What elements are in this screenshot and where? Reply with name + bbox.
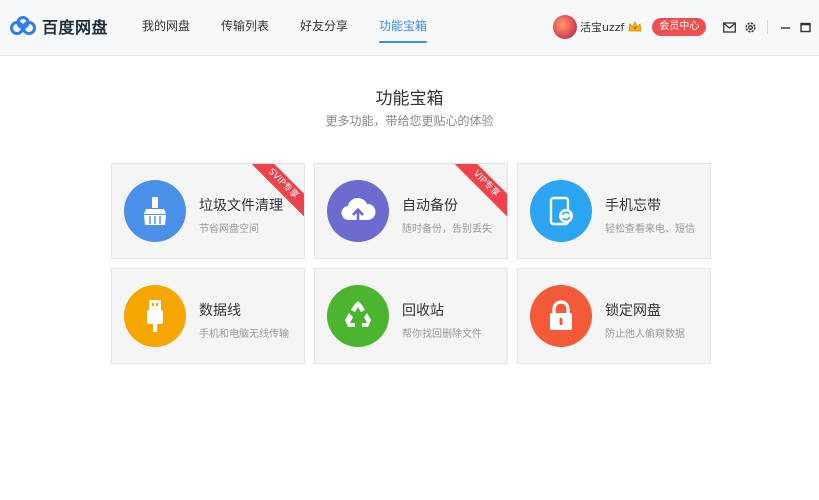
tool-name: 手机忘带 [605, 198, 661, 214]
tool-icon-circle [327, 180, 389, 242]
tab-transfer-list[interactable]: 传输列表 [221, 0, 269, 56]
tool-card-junk-clean[interactable]: 垃圾文件清理 节省网盘空间 SVIP专享 [111, 163, 305, 259]
cloud-upload-icon [341, 197, 376, 223]
maximize-icon[interactable] [796, 18, 814, 36]
tool-desc: 防止他人偷窥数据 [605, 329, 685, 340]
page-title: 功能宝箱 [375, 89, 444, 109]
vip-badge: VIP专享 [449, 164, 507, 221]
tool-desc: 随时备份，告别丢失 [402, 224, 492, 235]
tool-desc: 轻松查看来电、短信 [605, 224, 695, 235]
tool-name: 回收站 [402, 303, 444, 319]
mail-icon[interactable] [722, 20, 736, 34]
tool-desc: 手机和电脑无线传输 [199, 329, 289, 340]
tool-card-auto-backup[interactable]: 自动备份 随时备份，告别丢失 VIP专享 [314, 163, 508, 259]
gear-icon[interactable] [743, 20, 757, 34]
toolbar-divider [767, 20, 769, 34]
baidu-netdisk-logo-icon [10, 16, 36, 35]
app-logo: 百度网盘 [10, 14, 108, 38]
tool-card-forgot-phone[interactable]: 手机忘带 轻松查看来电、短信 [517, 163, 711, 259]
user-area: 活宝uzzf 会员中心 [553, 15, 819, 39]
username[interactable]: 活宝uzzf [580, 19, 624, 35]
crown-icon [628, 20, 642, 32]
tab-label: 好友分享 [300, 19, 349, 33]
recycle-icon [345, 301, 371, 327]
phone-sync-icon [549, 196, 573, 226]
tab-label: 传输列表 [221, 19, 270, 33]
app-name: 百度网盘 [42, 18, 109, 37]
tab-my-disk[interactable]: 我的网盘 [142, 0, 190, 56]
tab-friend-share[interactable]: 好友分享 [300, 0, 348, 56]
tool-icon-circle [124, 180, 186, 242]
tool-desc: 节省网盘空间 [199, 224, 259, 235]
tab-toolbox[interactable]: 功能宝箱 [379, 0, 428, 56]
minimize-icon[interactable] [776, 18, 794, 36]
tab-label: 我的网盘 [142, 19, 191, 33]
main-nav: 我的网盘 传输列表 好友分享 功能宝箱 [142, 0, 458, 56]
tool-card-data-cable[interactable]: 数据线 手机和电脑无线传输 [111, 268, 305, 364]
avatar[interactable] [553, 15, 577, 39]
tool-card-lock-disk[interactable]: 锁定网盘 防止他人偷窥数据 [517, 268, 711, 364]
tab-label: 功能宝箱 [379, 19, 428, 33]
tool-name: 数据线 [199, 303, 241, 319]
usb-cable-icon [147, 300, 163, 332]
tool-desc: 帮你找回删除文件 [402, 329, 482, 340]
tool-icon-circle [124, 285, 186, 347]
lock-icon [550, 300, 572, 330]
tool-icon-circle [530, 285, 592, 347]
tool-name: 垃圾文件清理 [199, 198, 283, 214]
broom-icon [144, 197, 166, 225]
page-subtitle: 更多功能，带给您更贴心的体验 [325, 114, 494, 128]
tool-card-recycle-bin[interactable]: 回收站 帮你找回删除文件 [314, 268, 508, 364]
tool-name: 锁定网盘 [605, 303, 661, 319]
title-bar: 百度网盘 我的网盘 传输列表 好友分享 功能宝箱 活宝uzzf 会员中心 [0, 0, 819, 56]
tool-icon-circle [530, 180, 592, 242]
tool-icon-circle [327, 285, 389, 347]
tool-name: 自动备份 [402, 198, 458, 214]
vip-center-button[interactable]: 会员中心 [652, 18, 707, 36]
